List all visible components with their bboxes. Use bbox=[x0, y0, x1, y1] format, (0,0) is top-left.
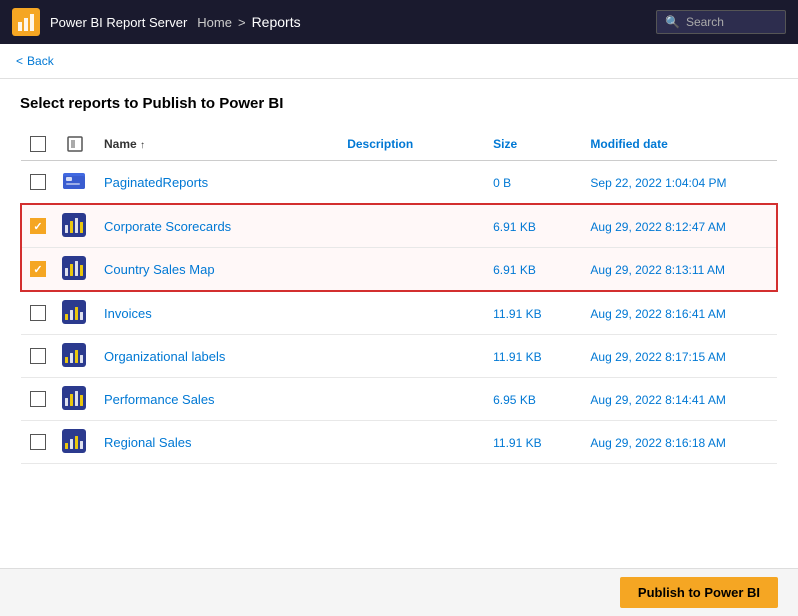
back-bar: < Back bbox=[0, 44, 798, 79]
header-size[interactable]: Size bbox=[485, 128, 582, 161]
report-table: Name Description Size Modified date Pagi… bbox=[20, 128, 778, 464]
item-name[interactable]: Corporate Scorecards bbox=[104, 219, 231, 234]
item-modified-date: Aug 29, 2022 8:12:47 AM bbox=[590, 220, 725, 234]
search-box[interactable]: 🔍 Search bbox=[656, 10, 786, 34]
breadcrumb-current: Reports bbox=[252, 14, 301, 30]
main-content: Select reports to Publish to Power BI bbox=[0, 79, 798, 480]
back-label: Back bbox=[27, 54, 54, 68]
table-row: Organizational labels 11.91 KB Aug 29, 202… bbox=[21, 335, 777, 378]
row-checkbox[interactable] bbox=[30, 218, 46, 234]
item-icon bbox=[62, 256, 88, 282]
header-icon-col bbox=[54, 128, 96, 161]
table-row: Regional Sales 11.91 KB Aug 29, 2022 8:16:… bbox=[21, 421, 777, 464]
item-modified-date: Aug 29, 2022 8:13:11 AM bbox=[590, 263, 725, 277]
item-icon bbox=[62, 300, 88, 326]
item-icon bbox=[62, 169, 88, 195]
breadcrumb: Home > Reports bbox=[197, 14, 646, 30]
item-name[interactable]: Invoices bbox=[104, 306, 152, 321]
select-all-checkbox[interactable] bbox=[30, 136, 46, 152]
back-chevron-icon: < bbox=[16, 54, 23, 68]
item-size: 6.95 KB bbox=[493, 393, 536, 407]
breadcrumb-home[interactable]: Home bbox=[197, 15, 232, 30]
item-size: 11.91 KB bbox=[493, 307, 541, 321]
item-modified-date: Sep 22, 2022 1:04:04 PM bbox=[590, 176, 726, 190]
table-row: Performance Sales 6.95 KB Aug 29, 2022 8:1… bbox=[21, 378, 777, 421]
table-body: PaginatedReports 0 B Sep 22, 2022 1:04:04 … bbox=[21, 161, 777, 464]
back-button[interactable]: < Back bbox=[16, 54, 782, 68]
row-checkbox[interactable] bbox=[30, 434, 46, 450]
item-name[interactable]: PaginatedReports bbox=[104, 175, 208, 190]
item-name[interactable]: Country Sales Map bbox=[104, 262, 215, 277]
page-title: Select reports to Publish to Power BI bbox=[20, 95, 778, 112]
row-checkbox[interactable] bbox=[30, 305, 46, 321]
item-icon bbox=[62, 213, 88, 239]
app-logo bbox=[12, 8, 40, 36]
breadcrumb-separator: > bbox=[238, 15, 246, 30]
header-modified[interactable]: Modified date bbox=[582, 128, 777, 161]
item-icon bbox=[62, 386, 88, 412]
item-size: 6.91 KB bbox=[493, 220, 536, 234]
item-name[interactable]: Performance Sales bbox=[104, 392, 215, 407]
item-modified-date: Aug 29, 2022 8:16:18 AM bbox=[590, 436, 725, 450]
app-header: Power BI Report Server Home > Reports 🔍 … bbox=[0, 0, 798, 44]
row-checkbox[interactable] bbox=[30, 348, 46, 364]
app-name: Power BI Report Server bbox=[50, 15, 187, 30]
header-name[interactable]: Name bbox=[96, 128, 339, 161]
table-header-row: Name Description Size Modified date bbox=[21, 128, 777, 161]
table-row: Corporate Scorecards 6.91 KB Aug 29, 2022 … bbox=[21, 204, 777, 248]
header-type-icon bbox=[66, 135, 84, 153]
item-name[interactable]: Regional Sales bbox=[104, 435, 191, 450]
publish-button[interactable]: Publish to Power BI bbox=[620, 577, 778, 608]
table-row: Invoices 11.91 KB Aug 29, 2022 8:16:41 AM bbox=[21, 291, 777, 335]
item-size: 6.91 KB bbox=[493, 263, 536, 277]
table-row: Country Sales Map 6.91 KB Aug 29, 2022 8:1… bbox=[21, 248, 777, 292]
header-description[interactable]: Description bbox=[339, 128, 485, 161]
item-name[interactable]: Organizational labels bbox=[104, 349, 225, 364]
item-icon bbox=[62, 429, 88, 455]
row-checkbox[interactable] bbox=[30, 261, 46, 277]
footer: Publish to Power BI bbox=[0, 568, 798, 616]
item-modified-date: Aug 29, 2022 8:17:15 AM bbox=[590, 350, 725, 364]
item-size: 0 B bbox=[493, 176, 511, 190]
row-checkbox[interactable] bbox=[30, 174, 46, 190]
item-size: 11.91 KB bbox=[493, 350, 541, 364]
item-icon bbox=[62, 343, 88, 369]
search-label: Search bbox=[686, 15, 724, 29]
item-modified-date: Aug 29, 2022 8:16:41 AM bbox=[590, 307, 725, 321]
item-modified-date: Aug 29, 2022 8:14:41 AM bbox=[590, 393, 725, 407]
header-checkbox-col bbox=[21, 128, 54, 161]
item-size: 11.91 KB bbox=[493, 436, 541, 450]
search-icon: 🔍 bbox=[665, 15, 680, 29]
table-row: PaginatedReports 0 B Sep 22, 2022 1:04:04 … bbox=[21, 161, 777, 205]
row-checkbox[interactable] bbox=[30, 391, 46, 407]
